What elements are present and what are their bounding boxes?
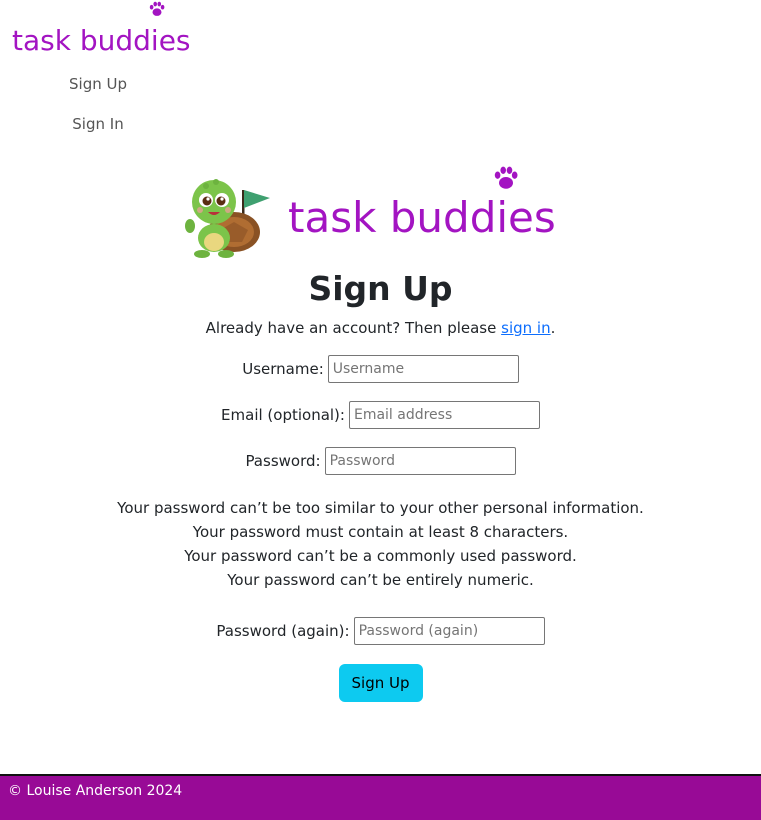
username-input[interactable]	[327, 355, 519, 383]
password-confirm-input[interactable]	[353, 617, 545, 645]
email-row: Email (optional):	[0, 392, 761, 438]
paw-icon	[495, 166, 518, 189]
page-title: Sign Up	[308, 269, 453, 308]
brand-text-start: task budd	[12, 24, 151, 57]
main-nav: Sign Up Sign In	[0, 64, 196, 144]
signin-link[interactable]: sign in	[501, 319, 550, 337]
signup-form: Username: Email (optional): Password: Yo…	[0, 346, 761, 702]
password-help-item: Your password can’t be too similar to yo…	[117, 499, 644, 517]
password-help-item: Your password can’t be entirely numeric.	[227, 571, 534, 589]
password-row: Password:	[0, 438, 761, 484]
username-label: Username:	[242, 360, 324, 378]
password-help-item: Your password can’t be a commonly used p…	[184, 547, 577, 565]
footer-copyright: © Louise Anderson 2024	[8, 783, 183, 799]
email-input[interactable]	[348, 401, 540, 429]
signin-prompt: Already have an account? Then please sig…	[0, 316, 761, 340]
password-confirm-row: Password (again):	[0, 608, 761, 654]
email-label: Email (optional):	[221, 406, 345, 424]
password-label: Password:	[245, 452, 321, 470]
password-confirm-label: Password (again):	[216, 622, 350, 640]
logo-banner: task budd ies	[180, 166, 600, 260]
signin-prompt-text: Already have an account? Then please	[205, 319, 502, 337]
password-input[interactable]	[324, 447, 516, 475]
brand-text-end: es	[158, 24, 191, 57]
username-row: Username:	[0, 346, 761, 392]
logo-text-paw-letter: i	[496, 193, 509, 242]
signin-prompt-end: .	[550, 319, 556, 337]
signup-section: Sign Up Already have an account? Then pl…	[0, 262, 761, 702]
password-help-list: Your password can’t be too similar to yo…	[0, 496, 761, 592]
logo-text-end: es	[508, 193, 556, 242]
turtle-mascot-icon	[185, 179, 270, 258]
page-footer: © Louise Anderson 2024	[0, 774, 761, 820]
brand-text-paw-letter: i	[150, 24, 159, 57]
nav-sign-up-link[interactable]: Sign Up	[0, 64, 196, 104]
logo-text-start: task budd	[288, 193, 497, 242]
sign-up-button[interactable]: Sign Up	[338, 664, 423, 702]
logo-brand-text: task budd ies	[288, 166, 556, 246]
nav-sign-in-link[interactable]: Sign In	[0, 104, 196, 144]
paw-icon	[149, 1, 165, 16]
password-help-item: Your password must contain at least 8 ch…	[192, 523, 569, 541]
header-brand-logo[interactable]: task budd ies	[12, 1, 191, 62]
